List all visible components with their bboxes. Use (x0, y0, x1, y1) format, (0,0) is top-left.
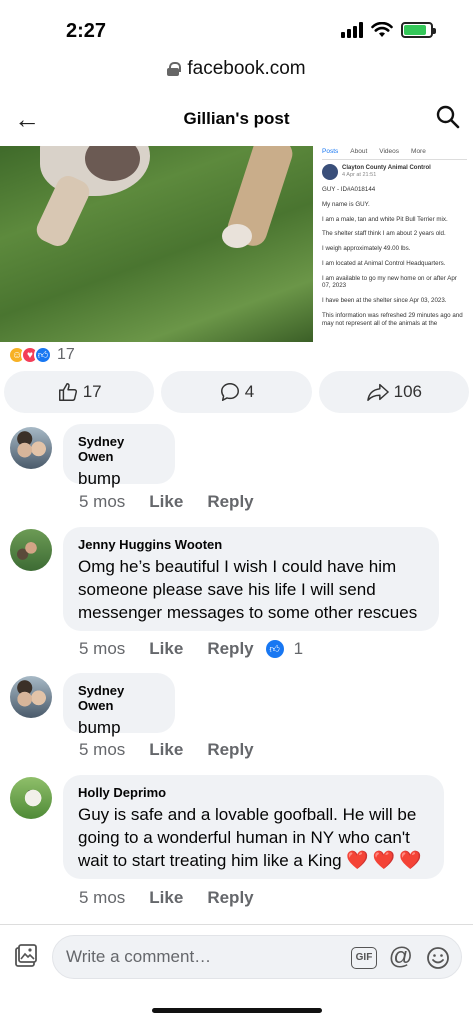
comment-bubble[interactable]: Jenny Huggins Wooten Omg he’s beautiful … (63, 527, 439, 631)
like-button[interactable]: 17 (4, 371, 155, 413)
comment-like-button[interactable]: Like (149, 492, 183, 512)
url-text: facebook.com (187, 58, 306, 79)
tab-posts: Posts (322, 148, 339, 155)
shelter-avatar (322, 164, 338, 181)
shelter-line: I am available to go my new home on or a… (322, 274, 457, 290)
comment-like-button[interactable]: Like (149, 740, 183, 760)
home-indicator[interactable] (152, 1008, 322, 1013)
shelter-line: I have been at the shelter since Apr 03,… (322, 297, 447, 305)
comment-meta: 5 mos Like Reply (79, 888, 254, 908)
comment-input[interactable]: Write a comment… GIF @ (52, 935, 462, 979)
page-title: Gillian's post (183, 109, 290, 128)
comment-author[interactable]: Holly Deprimo (78, 785, 429, 800)
reaction-count: 17 (57, 346, 75, 363)
comment-button[interactable]: 4 (161, 371, 312, 413)
comment-like-count[interactable]: 1 (294, 639, 303, 659)
wifi-icon (371, 22, 393, 37)
heart-emojis: ❤️❤️❤️ (346, 850, 426, 870)
post-action-bar: 17 4 106 (4, 371, 469, 413)
comment-author[interactable]: Sydney Owen (78, 683, 160, 713)
comment-like-button[interactable]: Like (149, 639, 183, 659)
comment-reply-button[interactable]: Reply (207, 639, 253, 659)
comment-time[interactable]: 5 mos (79, 639, 125, 659)
shelter-line: GUY - ID#A018144 (322, 186, 376, 194)
comment-time[interactable]: 5 mos (79, 492, 125, 512)
comment-like-button[interactable]: Like (149, 888, 183, 908)
comment-count: 4 (244, 382, 255, 401)
photo-icon[interactable] (13, 943, 39, 969)
comment-author[interactable]: Sydney Owen (78, 434, 160, 464)
shelter-line: My name is GUY. (322, 200, 370, 208)
battery-icon (401, 22, 436, 38)
share-count: 106 (393, 382, 422, 401)
like-count: 17 (82, 382, 102, 401)
share-icon (366, 383, 389, 401)
gif-icon[interactable]: GIF (351, 947, 377, 969)
shelter-line: The shelter staff think I am about 2 yea… (322, 230, 446, 238)
emoji-icon[interactable] (426, 946, 450, 970)
comment-reply-button[interactable]: Reply (207, 740, 253, 760)
post-media[interactable]: Posts About Videos More Clayton County A… (0, 146, 473, 342)
comment-author[interactable]: Jenny Huggins Wooten (78, 537, 424, 552)
like-reaction-icon: 👍︎ (34, 346, 52, 364)
comment-text-line: going to a wonderful human in NY who can… (78, 828, 410, 847)
comment-text-line: wait to start treating him like a King (78, 851, 342, 870)
comment-bubble[interactable]: Sydney Owen bump (63, 424, 175, 488)
tab-about: About (350, 148, 368, 155)
comment-time[interactable]: 5 mos (79, 888, 125, 908)
avatar[interactable] (10, 676, 52, 718)
status-bar: 2:27 (0, 0, 473, 58)
shelter-line: I am located at Animal Control Headquart… (322, 259, 446, 267)
lock-icon (167, 62, 182, 76)
comment-text: bump (78, 718, 121, 737)
comment-meta: 5 mos Like Reply 👍︎ 1 (79, 639, 303, 659)
comment-text: bump (78, 469, 121, 488)
mention-icon[interactable]: @ (389, 944, 413, 970)
dog-photo[interactable] (0, 146, 313, 342)
comment-bubble[interactable]: Holly Deprimo Guy is safe and a lovable … (63, 775, 444, 879)
shelter-line: I am a male, tan and white Pit Bull Terr… (322, 215, 448, 223)
like-badge-icon[interactable]: 👍︎ (265, 640, 284, 658)
thumbs-up-icon (58, 383, 77, 401)
status-time: 2:27 (66, 20, 107, 42)
comment-icon (220, 383, 239, 401)
tab-videos: Videos (379, 148, 400, 155)
comment-bubble[interactable]: Sydney Owen bump (63, 673, 175, 737)
comment-text-line: someone please save his life I will send (78, 580, 376, 599)
shelter-org-name: Clayton County Animal Control (342, 164, 431, 171)
avatar[interactable] (10, 529, 52, 571)
shelter-line: I weigh approximately 49.00 lbs. (322, 245, 411, 253)
shelter-post-date: 4 Apr at 21:51 (342, 172, 377, 179)
comment-text-line: messenger messages to some other rescues (78, 603, 418, 622)
comment-input-placeholder: Write a comment… (66, 947, 212, 966)
comment-time[interactable]: 5 mos (79, 740, 125, 760)
shelter-post-header: Clayton County Animal Control 4 Apr at 2… (322, 164, 467, 181)
comment-text-line: Guy is safe and a lovable goofball. He w… (78, 805, 417, 824)
post-header: ← Gillian's post (0, 94, 473, 144)
comment-meta: 5 mos Like Reply (79, 740, 254, 760)
browser-url-bar[interactable]: facebook.com (0, 58, 473, 90)
comment-reply-button[interactable]: Reply (207, 888, 253, 908)
avatar[interactable] (10, 777, 52, 819)
cellular-signal-icon (341, 22, 363, 38)
tab-more: More (411, 148, 426, 155)
search-icon[interactable] (435, 104, 461, 130)
shelter-line: This information was refreshed 29 minute… (322, 311, 463, 327)
comment-text-line: Omg he’s beautiful I wish I could have h… (78, 557, 397, 576)
share-button[interactable]: 106 (318, 371, 469, 413)
avatar[interactable] (10, 427, 52, 469)
shelter-post-screenshot: Posts About Videos More Clayton County A… (313, 146, 473, 342)
comment-composer: Write a comment… GIF @ (0, 924, 473, 990)
reactions-summary[interactable]: ☺ ♥ 👍︎ 17 (8, 344, 75, 366)
status-icons (341, 22, 436, 38)
comment-reply-button[interactable]: Reply (207, 492, 253, 512)
shelter-page-tabs: Posts About Videos More (322, 148, 467, 161)
comment-meta: 5 mos Like Reply (79, 492, 254, 512)
